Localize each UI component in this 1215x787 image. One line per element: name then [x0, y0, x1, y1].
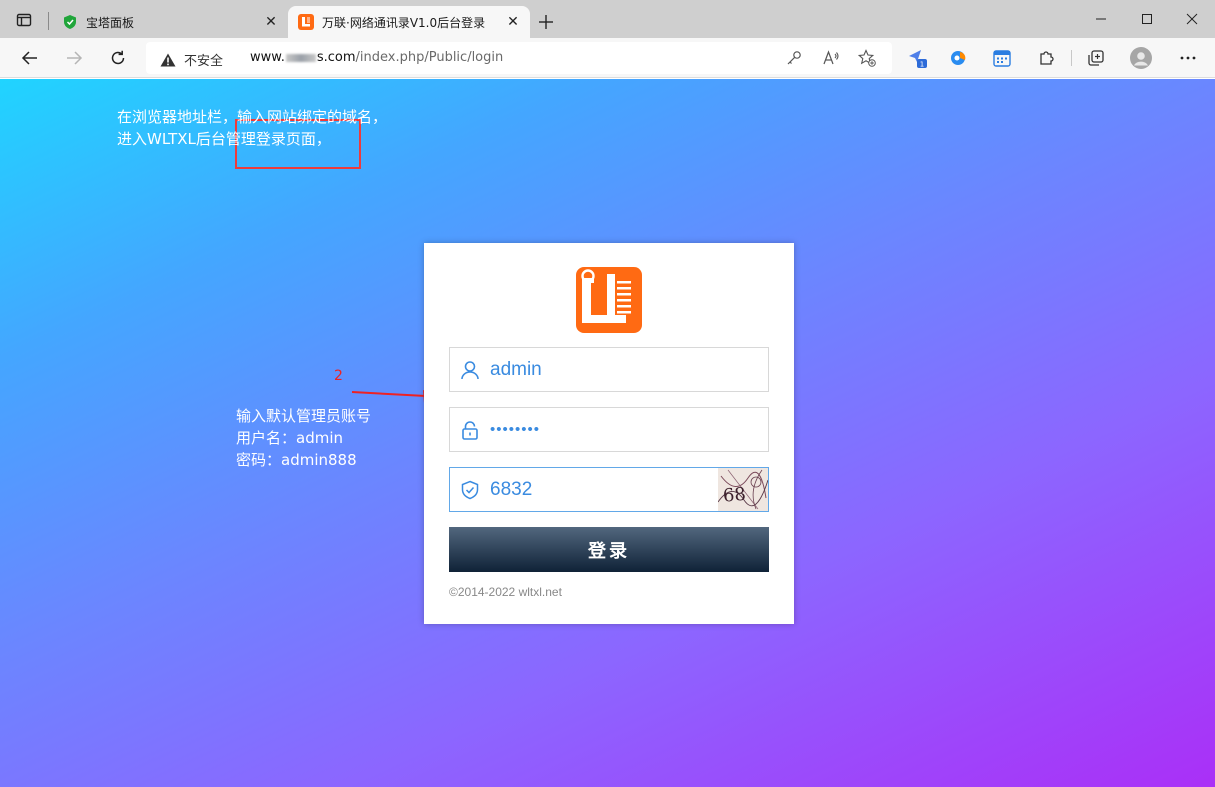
extension-translate-icon[interactable]	[947, 46, 971, 70]
annotation-line: 在浏览器地址栏，输入网站绑定的域名，	[117, 108, 388, 126]
password-field[interactable]	[449, 407, 769, 452]
lock-icon	[460, 420, 480, 440]
captcha-image[interactable]: 68	[718, 468, 768, 511]
username-field[interactable]	[449, 347, 769, 392]
password-input[interactable]	[490, 408, 760, 451]
login-button[interactable]: 登录	[449, 527, 769, 572]
close-tab-icon[interactable]: ✕	[502, 11, 524, 33]
read-aloud-icon[interactable]	[820, 48, 842, 68]
annotation-line: 输入默认管理员账号	[236, 407, 372, 425]
collections-icon[interactable]	[1084, 46, 1108, 70]
tab-baota[interactable]: 宝塔面板 ✕	[52, 6, 288, 38]
new-tab-icon[interactable]	[533, 9, 559, 35]
extension-mail-icon[interactable]: 1	[905, 46, 929, 70]
key-icon[interactable]	[783, 48, 805, 68]
close-tab-icon[interactable]: ✕	[260, 11, 282, 33]
shield-favicon-icon	[62, 14, 78, 30]
annotation-step-2-number: 2	[334, 368, 343, 384]
copyright-text: ©2014-2022 wltxl.net	[449, 585, 562, 599]
more-options-icon[interactable]	[1176, 46, 1200, 70]
annotation-step-1-text: 在浏览器地址栏，输入网站绑定的域名， 进入WLTXL后台管理登录页面，	[117, 106, 387, 150]
tab-wltxl-login[interactable]: 万联·网络通讯录V1.0后台登录 ✕	[288, 6, 530, 38]
annotation-line: 进入WLTXL后台管理登录页面，	[117, 130, 331, 148]
refresh-icon[interactable]	[103, 43, 133, 73]
captcha-field[interactable]: 68	[449, 467, 769, 512]
username-input[interactable]	[490, 348, 760, 391]
captcha-input[interactable]	[490, 468, 710, 511]
login-card: 68 登录 ©2014-2022 wltxl.net	[424, 243, 794, 624]
extensions-puzzle-icon[interactable]	[1035, 46, 1059, 70]
browser-toolbar: 不安全 www. s.com/index.php/Public/login 1	[0, 38, 1215, 78]
minimize-icon[interactable]	[1078, 0, 1124, 38]
tab-strip: 宝塔面板 ✕ 万联·网络通讯录V1.0后台登录 ✕	[0, 0, 1215, 38]
url-host-prefix: www.	[250, 50, 285, 65]
annotation-step-2-text: 输入默认管理员账号 用户名：admin 密码：admin888	[236, 405, 371, 471]
page-viewport: 1 在浏览器地址栏，输入网站绑定的域名， 进入WLTXL后台管理登录页面， 2 …	[0, 79, 1215, 787]
annotation-line: 用户名：admin	[236, 429, 343, 447]
back-arrow-icon[interactable]	[15, 43, 45, 73]
close-window-icon[interactable]	[1169, 0, 1215, 38]
wltxl-favicon-icon	[298, 14, 314, 30]
profile-avatar-icon[interactable]	[1129, 46, 1153, 70]
url-path: /index.php/Public/login	[355, 50, 504, 65]
svg-text:1: 1	[920, 61, 924, 69]
url-text[interactable]: www. s.com/index.php/Public/login	[250, 50, 503, 65]
tab-title: 万联·网络通讯录V1.0后台登录	[322, 15, 486, 30]
add-favorite-icon[interactable]	[856, 48, 878, 68]
wltxl-logo-icon	[576, 267, 642, 333]
tab-divider	[48, 12, 49, 30]
maximize-icon[interactable]	[1124, 0, 1170, 38]
annotation-line: 密码：admin888	[236, 451, 357, 469]
user-icon	[460, 360, 480, 380]
security-label: 不安全	[184, 54, 224, 69]
tab-title: 宝塔面板	[86, 15, 135, 30]
captcha-text: 68	[722, 484, 747, 507]
shield-check-icon	[460, 480, 480, 500]
url-redacted	[285, 53, 316, 62]
security-indicator[interactable]: 不安全	[160, 50, 223, 69]
address-bar[interactable]: 不安全 www. s.com/index.php/Public/login	[146, 42, 892, 74]
tab-actions-icon[interactable]	[9, 7, 39, 33]
url-host-tail: s.com	[316, 50, 356, 65]
extension-calendar-icon[interactable]	[990, 46, 1014, 70]
forward-arrow-icon[interactable]	[59, 43, 89, 73]
toolbar-divider	[1071, 50, 1072, 66]
warning-triangle-icon	[160, 53, 176, 67]
